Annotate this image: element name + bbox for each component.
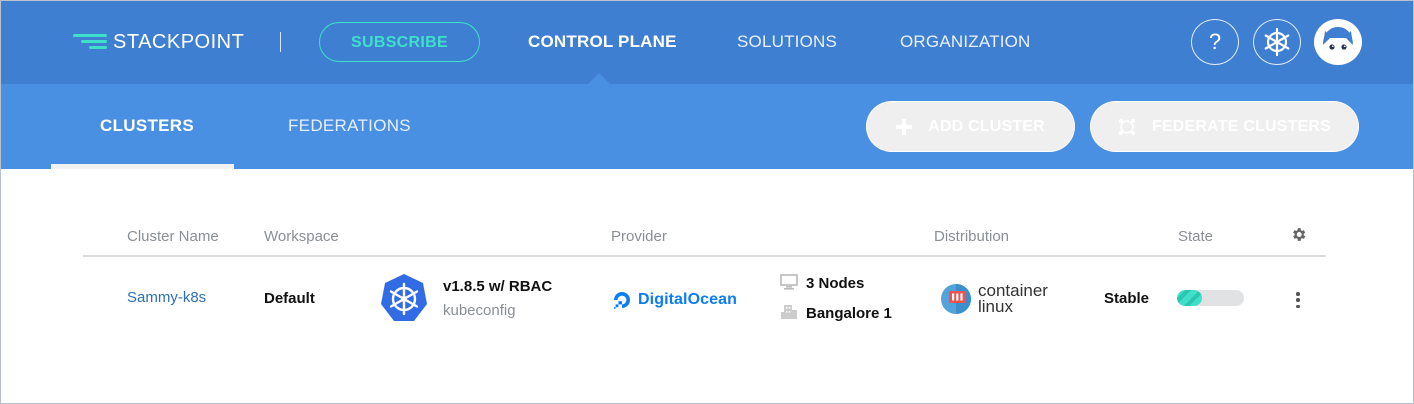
region-value: Bangalore 1 [806, 305, 892, 322]
container-linux-logo: container linux [940, 282, 1048, 316]
digitalocean-icon [614, 292, 630, 309]
active-nav-caret [588, 73, 610, 84]
header-workspace[interactable]: Workspace [264, 228, 339, 245]
node-count: 3 Nodes [806, 275, 865, 292]
distribution-line-2: linux [978, 297, 1013, 316]
stackpoint-logo-icon [71, 32, 107, 52]
tab-clusters[interactable]: CLUSTERS [100, 116, 194, 136]
cluster-name-link[interactable]: Sammy-k8s [127, 289, 206, 306]
state-progress-fill [1177, 290, 1203, 306]
add-cluster-label: ADD CLUSTER [928, 117, 1045, 135]
user-avatar[interactable] [1314, 19, 1362, 65]
nav-solutions[interactable]: SOLUTIONS [737, 32, 837, 52]
add-cluster-button[interactable]: ADD CLUSTER [866, 101, 1075, 152]
header-state[interactable]: State [1178, 228, 1213, 245]
federate-clusters-button[interactable]: FEDERATE CLUSTERS [1090, 101, 1359, 152]
kubernetes-helm-icon [1264, 27, 1290, 57]
active-tab-underline [51, 164, 234, 169]
kubeconfig-link[interactable]: kubeconfig [443, 302, 516, 319]
app-window: STACKPOINT SUBSCRIBE CONTROL PLANE SOLUT… [0, 0, 1414, 404]
state-value: Stable [1104, 290, 1150, 307]
subscribe-button[interactable]: SUBSCRIBE [319, 22, 480, 62]
top-navbar: STACKPOINT SUBSCRIBE CONTROL PLANE SOLUT… [1, 1, 1413, 84]
header-provider[interactable]: Provider [611, 228, 667, 245]
table-row[interactable]: Sammy-k8s Default v1.8.5 w/ RBAC kubecon… [1, 257, 1413, 342]
federate-icon [1118, 118, 1136, 136]
federate-clusters-label: FEDERATE CLUSTERS [1151, 117, 1332, 135]
user-avatar-icon [1318, 22, 1358, 62]
header-cluster-name[interactable]: Cluster Name [127, 228, 219, 245]
plus-icon [896, 118, 913, 135]
workspace-value: Default [264, 290, 315, 307]
header-distribution[interactable]: Distribution [934, 228, 1009, 245]
state-progress-bar [1177, 290, 1244, 306]
distribution-name: container linux [978, 282, 1048, 316]
kubernetes-menu-button[interactable] [1253, 19, 1301, 65]
logo-text: STACKPOINT [113, 30, 245, 53]
stackpoint-logo[interactable]: STACKPOINT [71, 31, 244, 53]
clusters-table-header: Cluster Name Workspace Provider Distribu… [1, 228, 1413, 248]
logo-divider [280, 32, 281, 52]
kubernetes-icon [381, 274, 427, 321]
nav-organization[interactable]: ORGANIZATION [900, 32, 1031, 52]
help-icon: ? [1208, 29, 1222, 54]
sub-navbar: CLUSTERS FEDERATIONS ADD CLUSTER FEDERAT… [1, 84, 1413, 169]
kebab-menu-icon[interactable] [1293, 292, 1303, 308]
building-icon [781, 305, 797, 319]
container-linux-icon [941, 284, 971, 314]
monitor-icon [780, 274, 798, 290]
nav-control-plane[interactable]: CONTROL PLANE [528, 32, 677, 52]
cluster-version: v1.8.5 w/ RBAC [443, 278, 553, 295]
digitalocean-logo: DigitalOcean [612, 290, 737, 310]
gear-icon[interactable] [1290, 226, 1307, 248]
provider-name: DigitalOcean [638, 291, 738, 308]
tab-federations[interactable]: FEDERATIONS [288, 116, 411, 136]
help-button[interactable]: ? [1191, 19, 1239, 65]
